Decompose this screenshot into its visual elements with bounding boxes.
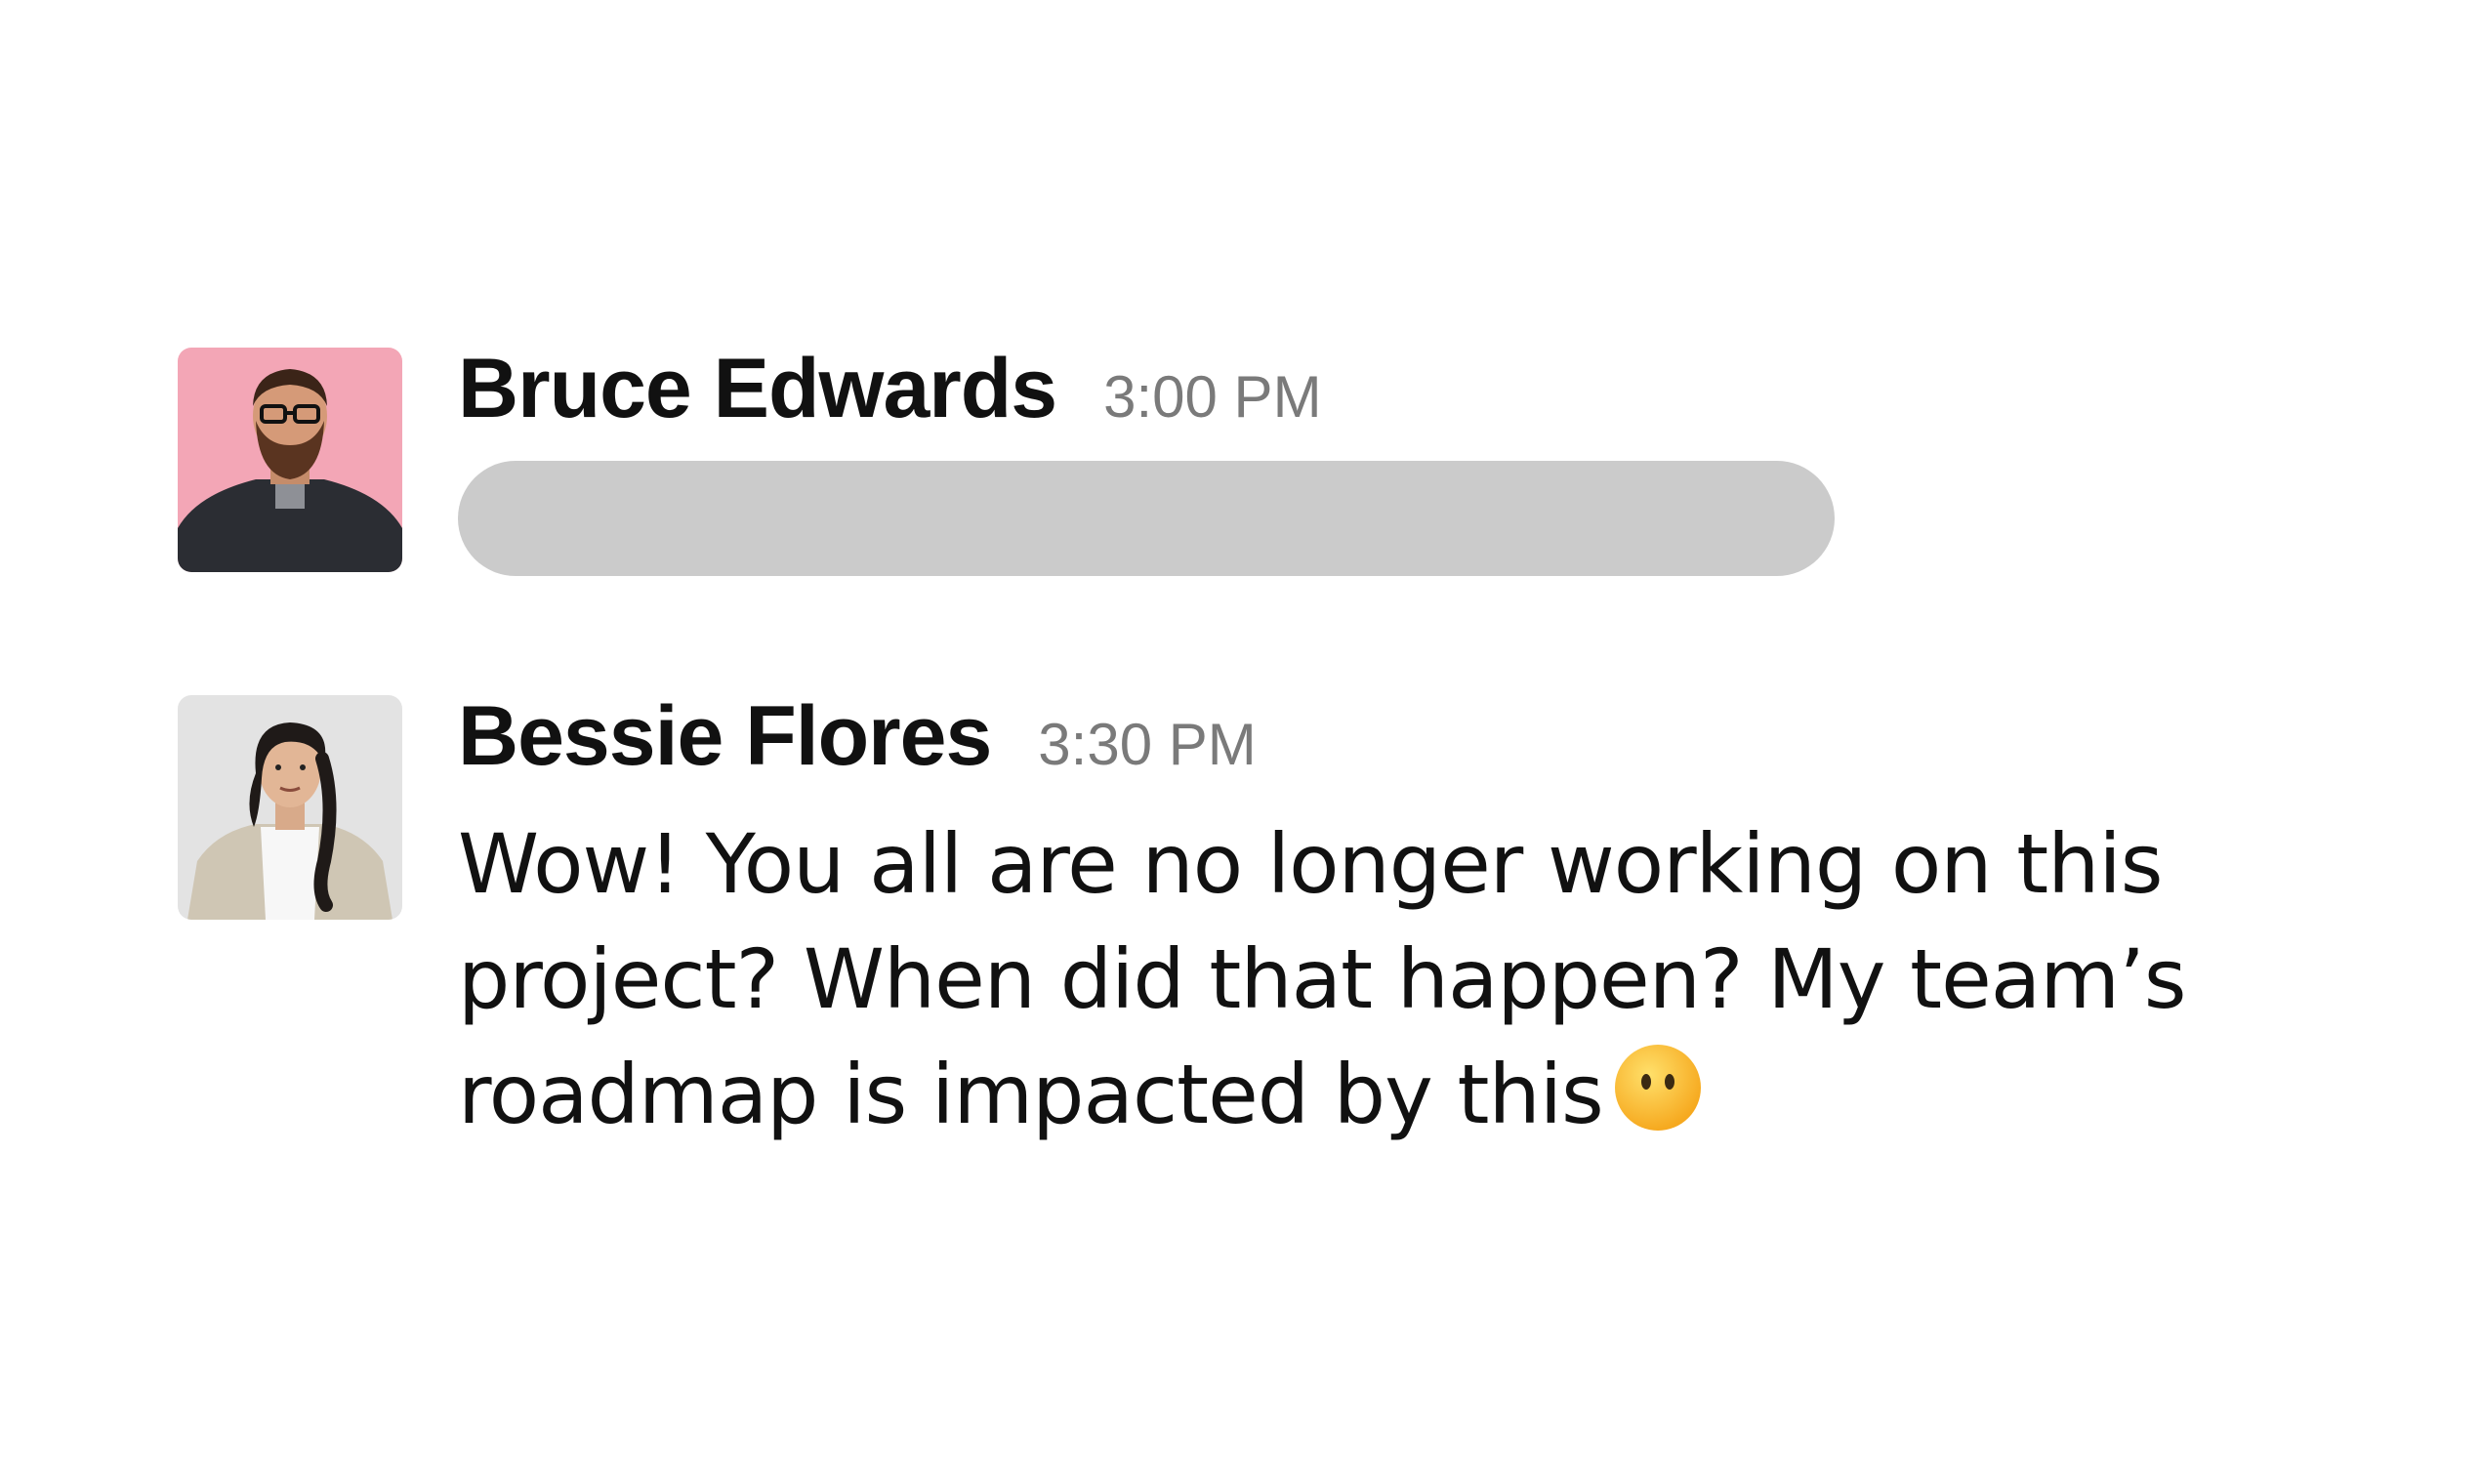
message-header: Bessie Flores 3:30 PM	[458, 694, 2313, 778]
timestamp[interactable]: 3:30 PM	[1038, 704, 1256, 786]
message-body: Wow! You all are no longer working on th…	[458, 806, 2362, 1152]
message-text: Wow! You all are no longer working on th…	[458, 816, 2187, 1142]
person-photo-icon	[178, 348, 402, 572]
message-content: Bessie Flores 3:30 PM Wow! You all are no…	[458, 694, 2313, 1142]
sender-name[interactable]: Bessie Flores	[458, 694, 992, 778]
message-thread: Bruce Edwards 3:00 PM Bessie Flores 3:30…	[0, 0, 2480, 1484]
avatar[interactable]	[178, 695, 402, 920]
message-content: Bruce Edwards 3:00 PM	[458, 347, 2313, 576]
avatar[interactable]	[178, 348, 402, 572]
sender-name[interactable]: Bruce Edwards	[458, 347, 1057, 431]
redacted-message-placeholder	[458, 461, 1835, 576]
face-without-mouth-icon	[1613, 1043, 1703, 1133]
message-header: Bruce Edwards 3:00 PM	[458, 347, 2313, 431]
timestamp[interactable]: 3:00 PM	[1103, 356, 1321, 438]
person-photo-icon	[178, 695, 402, 920]
